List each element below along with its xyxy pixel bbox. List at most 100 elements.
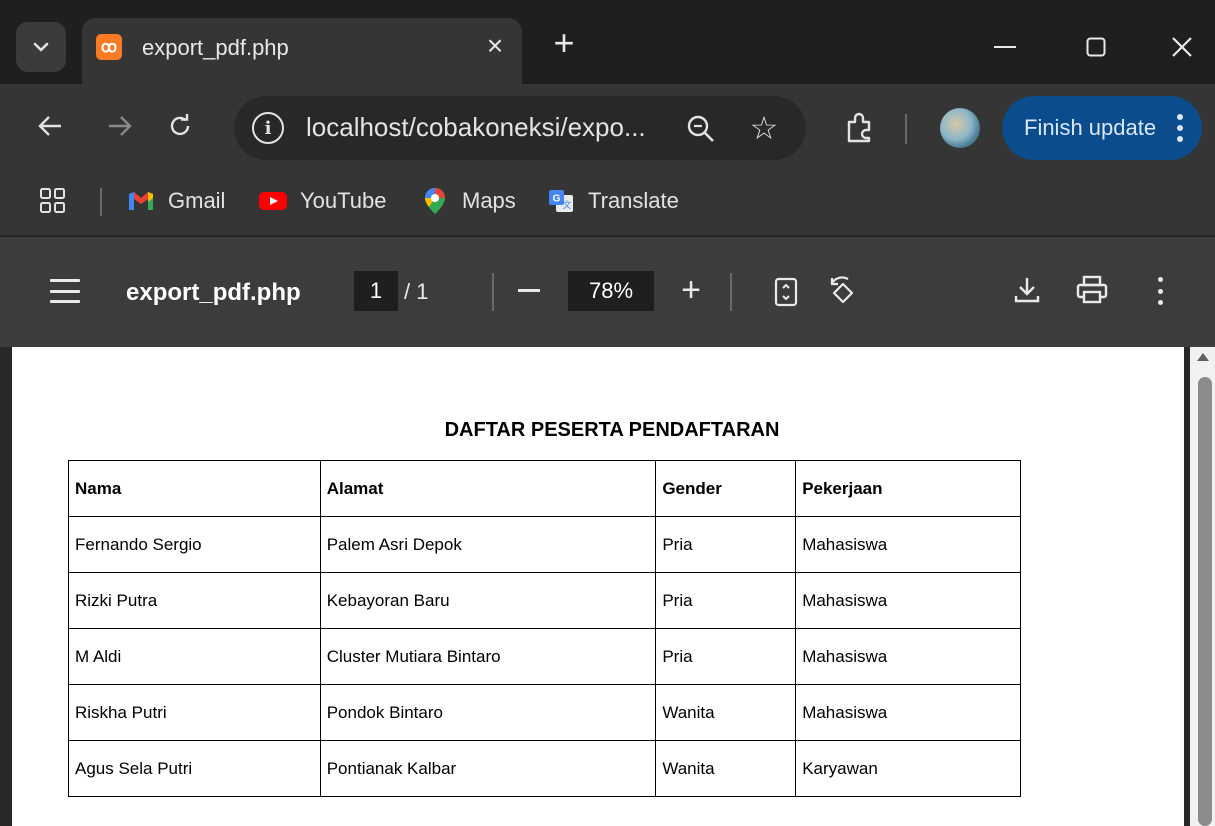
arrow-left-icon (38, 116, 61, 136)
tab-search-button[interactable] (16, 22, 66, 72)
zoom-level-input[interactable]: 78% (568, 271, 654, 311)
table-row: M Aldi Cluster Mutiara Bintaro Pria Maha… (68, 628, 1021, 685)
tab-title: export_pdf.php (142, 35, 289, 60)
close-icon (1172, 37, 1192, 57)
table-cell: Kebayoran Baru (319, 572, 657, 629)
minimize-icon (994, 46, 1016, 48)
tab-export-pdf[interactable]: ꝏ export_pdf.php × (82, 18, 522, 84)
table-row: Agus Sela Putri Pontianak Kalbar Wanita … (68, 740, 1021, 797)
bookmark-gmail[interactable]: Gmail (126, 184, 225, 218)
fit-to-page-icon[interactable] (774, 277, 798, 307)
reload-button[interactable] (160, 106, 200, 146)
bookmark-label: Translate (588, 188, 679, 213)
table-header-row: Nama Alamat Gender Pekerjaan (68, 460, 1021, 517)
page-count: / 1 (404, 279, 429, 304)
tab-strip: ꝏ export_pdf.php × + (0, 0, 1215, 84)
column-header: Alamat (319, 460, 657, 517)
back-button[interactable] (30, 106, 70, 146)
scroll-up-arrow-icon[interactable] (1197, 353, 1209, 361)
gmail-icon (126, 189, 156, 213)
zoom-in-button[interactable]: + (678, 273, 704, 309)
zoom-icon[interactable] (684, 112, 718, 146)
new-tab-button[interactable]: + (546, 25, 582, 62)
tab-close-button[interactable]: × (478, 29, 512, 63)
table-cell: Pria (655, 572, 797, 629)
table-row: Rizki Putra Kebayoran Baru Pria Mahasisw… (68, 572, 1021, 629)
window-close-button[interactable] (1152, 22, 1212, 72)
maximize-button[interactable] (1066, 22, 1126, 72)
zoom-out-button[interactable] (518, 289, 540, 292)
rotate-icon[interactable] (826, 275, 860, 309)
svg-text:文: 文 (562, 199, 571, 210)
print-icon[interactable] (1076, 275, 1108, 305)
xampp-icon: ꝏ (96, 34, 122, 60)
bookmark-star-icon[interactable]: ☆ (744, 108, 784, 148)
pdf-toolbar-divider (492, 273, 494, 311)
column-header: Nama (68, 460, 321, 517)
extensions-icon[interactable] (840, 108, 880, 148)
table-cell: Pondok Bintaro (319, 684, 657, 741)
table-cell: Mahasiswa (795, 572, 1021, 629)
document-title: DAFTAR PESERTA PENDAFTARAN (444, 419, 780, 441)
table-cell: Cluster Mutiara Bintaro (319, 628, 657, 685)
maximize-icon (1086, 37, 1106, 57)
translate-icon: G文 (546, 189, 576, 213)
bookmark-maps[interactable]: Maps (420, 184, 516, 218)
url-text[interactable]: localhost/cobakoneksi/expo... (306, 112, 646, 143)
table-cell: Mahasiswa (795, 516, 1021, 573)
scroll-thumb[interactable] (1198, 377, 1212, 826)
address-bar[interactable]: i localhost/cobakoneksi/expo... ☆ (234, 96, 806, 160)
minimize-button[interactable] (975, 22, 1035, 72)
table-cell: Karyawan (795, 740, 1021, 797)
menu-icon[interactable] (50, 279, 80, 303)
bookmark-label: Gmail (168, 188, 226, 213)
arrow-right-icon (109, 116, 132, 136)
pdf-toolbar-divider (730, 273, 732, 311)
vertical-scrollbar[interactable] (1190, 347, 1215, 826)
pdf-viewer-area: DAFTAR PESERTA PENDAFTARAN Nama Alamat G… (0, 347, 1215, 826)
download-icon[interactable] (1012, 275, 1042, 305)
table-cell: Pria (655, 516, 797, 573)
table-cell: Fernando Sergio (68, 516, 321, 573)
table-cell: Riskha Putri (68, 684, 321, 741)
forward-button[interactable] (100, 106, 140, 146)
bookmark-youtube[interactable]: YouTube (258, 184, 386, 218)
youtube-icon (258, 189, 288, 213)
finish-update-button[interactable]: Finish update (1002, 96, 1202, 160)
site-info-icon[interactable]: i (252, 112, 284, 144)
bookmark-label: YouTube (300, 188, 387, 213)
table-cell: Pria (655, 628, 797, 685)
bookmark-translate[interactable]: G文 Translate (546, 184, 679, 218)
bookmarks-divider (100, 188, 102, 216)
bookmarks-bar: Gmail YouTube Maps G文 Translate (0, 178, 1215, 236)
bookmark-label: Maps (462, 188, 516, 213)
table-cell: Wanita (655, 740, 797, 797)
reload-icon (170, 114, 190, 136)
svg-text:G: G (553, 194, 561, 205)
pdf-toolbar: export_pdf.php 1 / 1 78% + (0, 237, 1215, 347)
table-cell: Mahasiswa (795, 684, 1021, 741)
more-vert-icon (1176, 114, 1184, 142)
table-cell: Pontianak Kalbar (319, 740, 657, 797)
table-cell: Rizki Putra (68, 572, 321, 629)
toolbar-divider (905, 114, 907, 144)
finish-update-label: Finish update (1024, 115, 1157, 140)
table-row: Fernando Sergio Palem Asri Depok Pria Ma… (68, 516, 1021, 573)
pdf-page: DAFTAR PESERTA PENDAFTARAN Nama Alamat G… (12, 347, 1184, 826)
table-cell: Wanita (655, 684, 797, 741)
profile-avatar[interactable] (940, 108, 980, 148)
more-options-icon[interactable] (1156, 277, 1164, 305)
browser-toolbar: i localhost/cobakoneksi/expo... ☆ Finish… (0, 84, 1215, 178)
apps-grid-icon[interactable] (38, 186, 68, 216)
table-cell: Agus Sela Putri (68, 740, 321, 797)
maps-icon (420, 188, 450, 214)
table-row: Riskha Putri Pondok Bintaro Wanita Mahas… (68, 684, 1021, 741)
page-number-input[interactable]: 1 (354, 271, 398, 311)
table-cell: Palem Asri Depok (319, 516, 657, 573)
table-cell: M Aldi (68, 628, 321, 685)
pdf-file-name: export_pdf.php (126, 279, 301, 306)
participants-table: Nama Alamat Gender Pekerjaan Fernando Se… (68, 460, 1021, 797)
column-header: Gender (655, 460, 797, 517)
chevron-down-icon (33, 42, 49, 52)
table-cell: Mahasiswa (795, 628, 1021, 685)
